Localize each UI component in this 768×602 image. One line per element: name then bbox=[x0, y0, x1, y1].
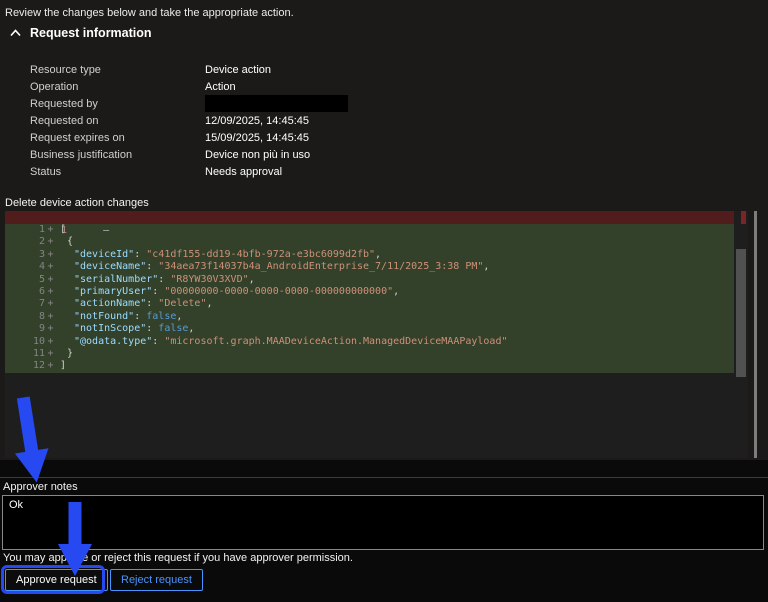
code-text: "@odata.type": "microsoft.graph.MAADevic… bbox=[74, 335, 508, 347]
field-row: Requested on 12/09/2025, 14:45:45 bbox=[30, 112, 630, 129]
blade-scrollbar[interactable] bbox=[754, 211, 757, 458]
code-text: } bbox=[67, 347, 74, 359]
diff-plus-sign: + bbox=[47, 285, 54, 297]
redacted-value bbox=[205, 95, 348, 112]
field-row: Request expires on 15/09/2025, 14:45:45 bbox=[30, 129, 630, 146]
code-text: "primaryUser": "00000000-0000-0000-0000-… bbox=[74, 285, 400, 297]
diff-plus-sign: + bbox=[47, 261, 54, 273]
divider bbox=[0, 477, 768, 478]
field-label: Request expires on bbox=[30, 131, 125, 144]
line-number: 8 bbox=[38, 310, 45, 322]
field-row: Requested by bbox=[30, 95, 630, 112]
line-number: 12 bbox=[32, 360, 45, 372]
code-text: "serialNumber": "R8YW30V3XVD", bbox=[74, 273, 255, 285]
field-row: Operation Action bbox=[30, 78, 630, 95]
field-value: Device action bbox=[205, 63, 272, 76]
instruction-text: Review the changes below and take the ap… bbox=[5, 7, 294, 19]
chevron-up-icon bbox=[10, 29, 21, 37]
request-information-header[interactable]: Request information bbox=[10, 26, 152, 40]
field-label: Requested on bbox=[30, 114, 99, 127]
overview-ruler-removed-mark bbox=[741, 211, 746, 224]
diff-added-line: 6 + "primaryUser": "00000000-0000-0000-000… bbox=[5, 285, 734, 299]
diff-added-line: 4 + "deviceName": "34aea73f14037b4a_Androi… bbox=[5, 261, 734, 274]
diff-added-line: 2 + { bbox=[5, 236, 734, 249]
field-value: 12/09/2025, 14:45:45 bbox=[205, 114, 309, 127]
removed-marker: — bbox=[103, 225, 110, 236]
code-text: "actionName": "Delete", bbox=[74, 298, 213, 310]
field-label: Resource type bbox=[30, 63, 101, 76]
editor-scrollbar[interactable] bbox=[734, 211, 748, 458]
code-text: "deviceId": "c41df155-dd19-4bfb-972a-e3b… bbox=[74, 248, 382, 260]
field-label: Requested by bbox=[30, 97, 98, 110]
field-row: Resource type Device action bbox=[30, 61, 630, 78]
approver-notes-label: Approver notes bbox=[3, 481, 78, 493]
diff-plus-sign: + bbox=[47, 273, 54, 285]
diff-plus-sign: + bbox=[47, 323, 54, 335]
code-text: "deviceName": "34aea73f14037b4a_AndroidE… bbox=[74, 261, 490, 273]
diff-title: Delete device action changes bbox=[5, 197, 149, 209]
diff-plus-sign: + bbox=[47, 248, 54, 260]
diff-plus-sign: + bbox=[47, 347, 54, 359]
code-text: "notFound": false, bbox=[74, 310, 183, 322]
approve-request-button[interactable]: Approve request bbox=[5, 569, 108, 591]
field-value: Needs approval bbox=[205, 165, 283, 178]
code-text: "notInScope": false, bbox=[74, 323, 195, 335]
diff-plus-sign: + bbox=[47, 360, 54, 372]
diff-added-line: 5 + "serialNumber": "R8YW30V3XVD", bbox=[5, 273, 734, 286]
diff-removed-line: 1— bbox=[5, 211, 734, 236]
field-value: Action bbox=[205, 80, 236, 93]
approval-blade: Review the changes below and take the ap… bbox=[0, 0, 768, 602]
diff-added-line: 8 + "notFound": false, bbox=[5, 310, 734, 324]
diff-added-line: 11 +} bbox=[5, 347, 734, 361]
line-number: 1 bbox=[38, 224, 45, 235]
diff-editor[interactable]: 1— 1+[2+{3+"deviceId": "c41df155-dd19-4b… bbox=[5, 211, 748, 458]
code-text: { bbox=[67, 236, 74, 248]
diff-plus-sign: + bbox=[47, 298, 54, 310]
field-row: Status Needs approval bbox=[30, 163, 630, 180]
code-area: 1— 1+[2+{3+"deviceId": "c41df155-dd19-4b… bbox=[5, 211, 734, 458]
field-label: Operation bbox=[30, 80, 79, 93]
diff-added-line: 9 + "notInScope": false, bbox=[5, 323, 734, 336]
request-fields: Resource type Device action Operation Actio… bbox=[30, 61, 630, 180]
line-number: 10 bbox=[32, 335, 45, 347]
diff-added-line: 7 + "actionName": "Delete", bbox=[5, 298, 734, 311]
diff-added-line: 12 +] bbox=[5, 360, 734, 373]
line-number: 6 bbox=[38, 285, 45, 297]
diff-added-line: 10 + "@odata.type": "microsoft.graph.MAADe… bbox=[5, 335, 734, 348]
line-number: 9 bbox=[38, 323, 45, 335]
field-value: 15/09/2025, 14:45:45 bbox=[205, 131, 309, 144]
code-text: ] bbox=[60, 360, 67, 372]
section-title: Request information bbox=[30, 26, 152, 40]
approver-notes-input[interactable]: Ok bbox=[2, 495, 764, 550]
reject-request-button[interactable]: Reject request bbox=[110, 569, 203, 591]
line-number: 3 bbox=[38, 248, 45, 260]
field-label: Business justification bbox=[30, 148, 133, 161]
line-number: 2 bbox=[38, 236, 45, 248]
diff-plus-sign: + bbox=[47, 335, 54, 347]
editor-scrollbar-thumb[interactable] bbox=[736, 249, 746, 377]
diff-plus-sign: + bbox=[47, 236, 54, 248]
diff-plus-sign: + bbox=[47, 224, 54, 235]
line-number: 11 bbox=[32, 347, 45, 359]
field-value: Device non più in uso bbox=[205, 148, 311, 161]
field-row: Business justification Device non più in … bbox=[30, 146, 630, 163]
diff-added-line: 1 + [ bbox=[5, 224, 734, 237]
diff-added-line: 3 + "deviceId": "c41df155-dd19-4bfb-972a-e… bbox=[5, 248, 734, 262]
line-number: 4 bbox=[38, 261, 45, 273]
line-number: 5 bbox=[38, 273, 45, 285]
permission-text: You may approve or reject this request i… bbox=[3, 552, 353, 564]
line-number: 7 bbox=[38, 298, 45, 310]
diff-plus-sign: + bbox=[47, 310, 54, 322]
added-lines: 1 +[2 +{3 + "deviceId": "c41df155-dd19-4bfb-… bbox=[5, 224, 734, 373]
field-label: Status bbox=[30, 165, 62, 178]
code-text: [ bbox=[60, 224, 67, 235]
